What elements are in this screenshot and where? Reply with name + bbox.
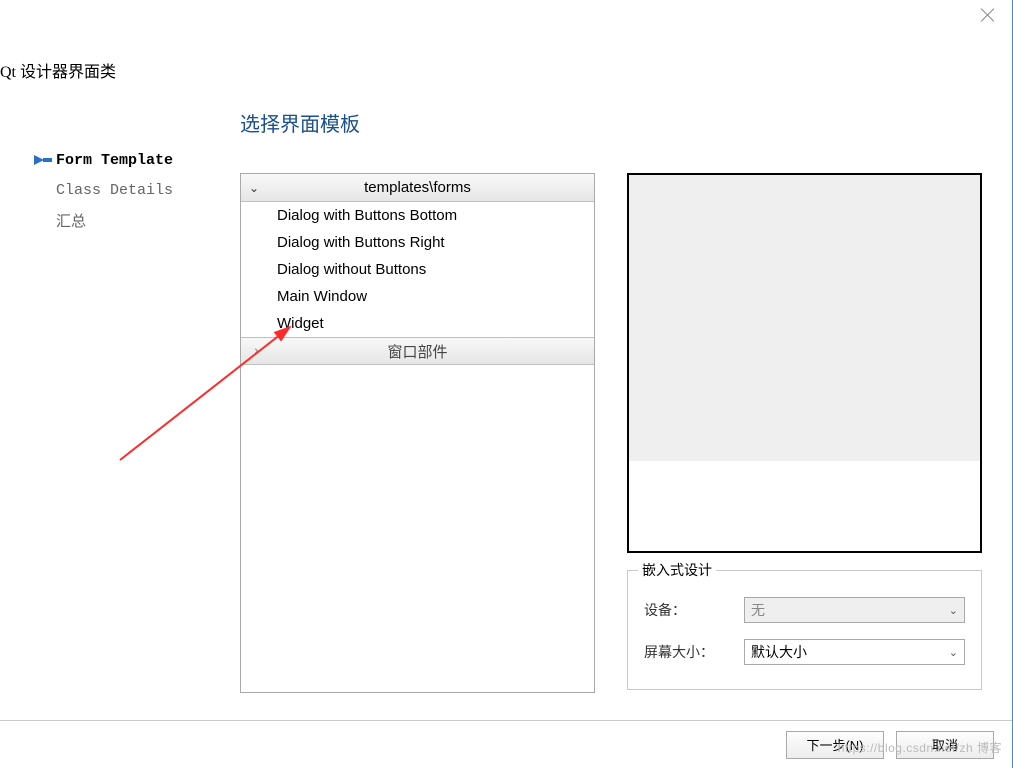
preview-strip [629,461,980,551]
dialog-title: Qt 设计器界面类 [0,58,116,82]
sidebar-item-summary[interactable]: 汇总 [32,205,212,235]
template-tree: ⌄ templates\forms Dialog with Buttons Bo… [240,173,595,693]
embed-design-group: 嵌入式设计 设备： 无 ⌄ 屏幕大小： 默认大小 ⌄ [627,570,982,690]
tree-group-label: templates\forms [267,179,594,196]
embed-group-title: 嵌入式设计 [638,560,716,580]
section-title: 选择界面模板 [240,108,360,137]
wizard-sidebar: Form Template Class Details 汇总 [32,145,212,235]
device-combo-value: 无 [751,600,765,620]
chevron-down-icon: ⌄ [949,646,958,659]
screen-size-combo-value: 默认大小 [751,642,807,662]
sidebar-item-label: Form Template [56,152,173,169]
template-item-widget[interactable]: Widget [241,310,594,337]
device-combo: 无 ⌄ [744,597,965,623]
screen-size-label: 屏幕大小： [644,642,744,662]
chevron-right-icon: ⌄ [247,338,261,364]
template-item-dialog-without-buttons[interactable]: Dialog without Buttons [241,256,594,283]
sidebar-item-class-details[interactable]: Class Details [32,175,212,205]
sidebar-item-label: Class Details [56,182,173,199]
device-row: 设备： 无 ⌄ [644,597,965,623]
chevron-down-icon: ⌄ [241,181,267,195]
template-item-main-window[interactable]: Main Window [241,283,594,310]
sidebar-item-label: 汇总 [56,210,86,231]
dialog-window: Qt 设计器界面类 Form Template Class Details 汇总… [0,0,1013,768]
tree-group-templates-forms[interactable]: ⌄ templates\forms [241,174,594,202]
sidebar-item-form-template[interactable]: Form Template [32,145,212,175]
dialog-footer: 下一步(N) 取消 [0,720,1012,768]
screen-row: 屏幕大小： 默认大小 ⌄ [644,639,965,665]
cancel-button[interactable]: 取消 [896,731,994,759]
tree-group-window-widgets[interactable]: ⌄ 窗口部件 [241,337,594,365]
device-label: 设备： [644,600,744,620]
tree-group-label: 窗口部件 [267,341,594,362]
next-button[interactable]: 下一步(N) [786,731,884,759]
preview-panel [627,173,982,553]
template-item-dialog-buttons-bottom[interactable]: Dialog with Buttons Bottom [241,202,594,229]
screen-size-combo[interactable]: 默认大小 ⌄ [744,639,965,665]
arrow-right-icon [32,153,52,167]
template-item-dialog-buttons-right[interactable]: Dialog with Buttons Right [241,229,594,256]
close-icon[interactable] [980,8,994,22]
chevron-down-icon: ⌄ [949,604,958,617]
